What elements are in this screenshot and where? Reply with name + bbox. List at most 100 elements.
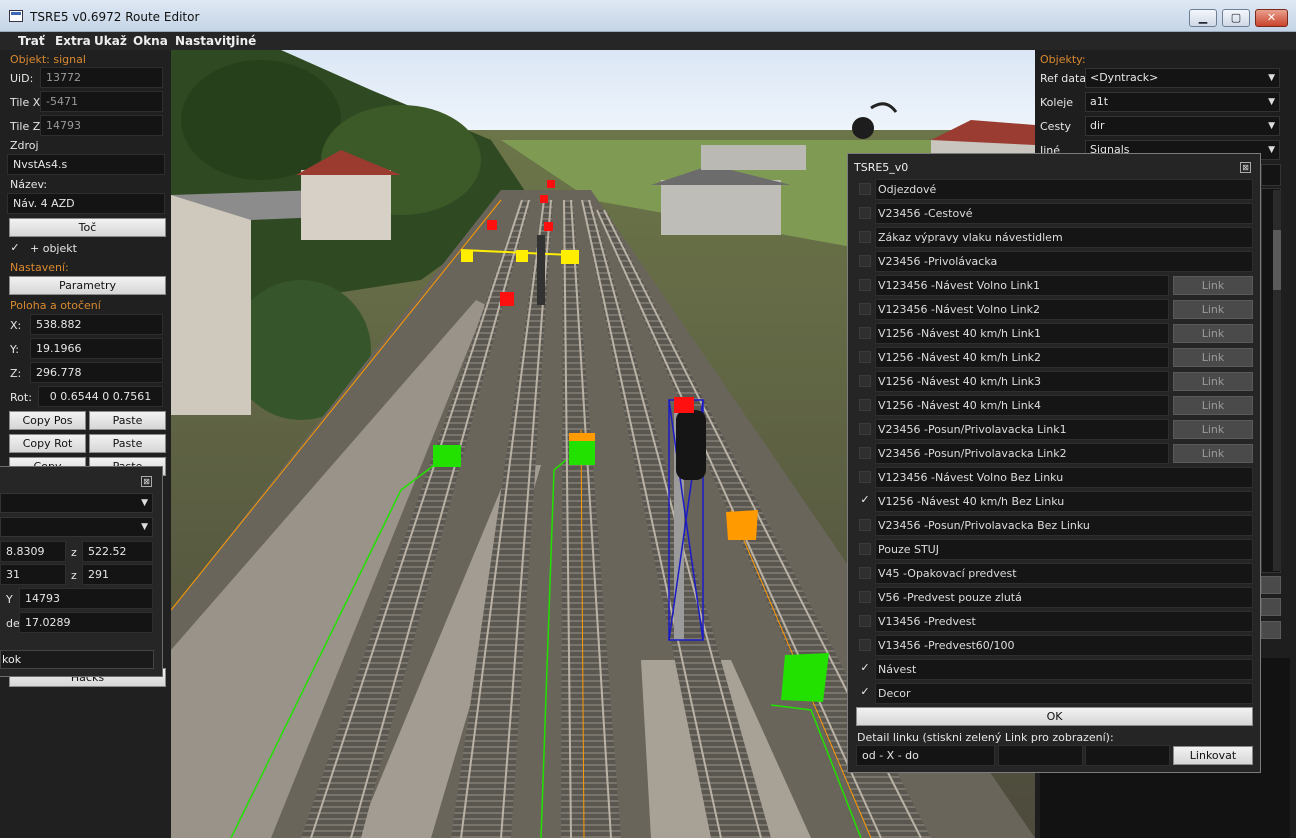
link-button[interactable]: Link: [1173, 276, 1253, 295]
right-button-2[interactable]: [1261, 598, 1281, 616]
signal-checkbox[interactable]: [859, 207, 871, 219]
dialog-select-1[interactable]: [0, 493, 153, 513]
link-detail-label: Detail linku (stiskni zelený Link pro zo…: [857, 731, 1114, 744]
dialog-tz-field[interactable]: 291: [82, 564, 153, 585]
signal-checkbox[interactable]: [859, 255, 871, 267]
signal-row: V123456 -Návest Volno Link2 Link: [856, 299, 1253, 320]
signal-checkbox[interactable]: [859, 543, 871, 555]
tilex-field[interactable]: -5471: [40, 91, 163, 112]
copy-rot-button[interactable]: Copy Rot: [9, 434, 86, 453]
signal-checkbox[interactable]: [859, 519, 871, 531]
signal-checkbox[interactable]: [859, 303, 871, 315]
right-button-1[interactable]: [1261, 576, 1281, 594]
menu-nastavit[interactable]: Nastavit: [175, 34, 232, 48]
menu-extra[interactable]: Extra: [55, 34, 91, 48]
link-button[interactable]: Link: [1173, 300, 1253, 319]
link-to-field[interactable]: [1085, 745, 1170, 766]
signal-row-label: V123456 -Návest Volno Link2: [875, 299, 1169, 320]
maximize-icon[interactable]: ▢: [1222, 9, 1250, 27]
right-button-3[interactable]: [1261, 621, 1281, 639]
object-list-scroll-thumb[interactable]: [1273, 230, 1281, 290]
x-field[interactable]: 538.882: [30, 314, 163, 335]
signal-checkbox[interactable]: [859, 639, 871, 651]
copy-pos-button[interactable]: Copy Pos: [9, 411, 86, 430]
signal-checkbox[interactable]: [859, 423, 871, 435]
signal-checkbox[interactable]: [859, 375, 871, 387]
ref-data-select[interactable]: <Dyntrack>: [1085, 68, 1280, 88]
linkovat-button[interactable]: Linkovat: [1173, 746, 1253, 765]
paste-pos-button[interactable]: Paste: [89, 411, 166, 430]
menu-bar: Trať Extra Ukaž Okna Nastavit Jiné: [0, 32, 1296, 50]
signal-checkbox[interactable]: [859, 567, 871, 579]
signal-row: V23456 -Privolávacka: [856, 251, 1253, 272]
close-icon[interactable]: ⊠: [1240, 162, 1251, 173]
signal-checkbox[interactable]: [859, 231, 871, 243]
link-button[interactable]: Link: [1173, 372, 1253, 391]
tilez-field[interactable]: 14793: [40, 115, 163, 136]
x-label: X:: [10, 319, 22, 332]
signal-row-label: Decor: [875, 683, 1253, 704]
menu-ukaz[interactable]: Ukaž: [94, 34, 127, 48]
signal-checkbox[interactable]: [859, 279, 871, 291]
rotate-button[interactable]: Toč: [9, 218, 166, 237]
signal-row-label: Návest: [875, 659, 1253, 680]
rot-label: Rot:: [10, 391, 32, 404]
signal-checkbox[interactable]: [859, 327, 871, 339]
signal-checkbox[interactable]: [859, 351, 871, 363]
signal-checkbox[interactable]: [859, 591, 871, 603]
signal-row: V1256 -Návest 40 km/h Link1 Link: [856, 323, 1253, 344]
source-label: Zdroj: [10, 139, 39, 152]
link-button[interactable]: Link: [1173, 420, 1253, 439]
z-label: Z:: [10, 367, 22, 380]
signal-checkbox[interactable]: [859, 399, 871, 411]
link-x-field[interactable]: [998, 745, 1083, 766]
menu-trat[interactable]: Trať: [18, 34, 45, 48]
signal-ok-button[interactable]: OK: [856, 707, 1253, 726]
signal-checkbox[interactable]: [859, 615, 871, 627]
signal-row: V23456 -Cestové: [856, 203, 1253, 224]
link-from-field[interactable]: od - X - do: [856, 745, 995, 766]
menu-okna[interactable]: Okna: [133, 34, 168, 48]
link-button[interactable]: Link: [1173, 348, 1253, 367]
link-button[interactable]: Link: [1173, 396, 1253, 415]
dialog-ok-button[interactable]: kok: [0, 650, 154, 669]
signal-checkbox[interactable]: [859, 183, 871, 195]
signal-checkbox[interactable]: [859, 447, 871, 459]
dialog-x-field[interactable]: 8.8309: [0, 541, 66, 562]
y-field[interactable]: 19.1966: [30, 338, 163, 359]
link-button[interactable]: Link: [1173, 444, 1253, 463]
signal-row-label: V23456 -Posun/Privolavacka Bez Linku: [875, 515, 1253, 536]
signal-row-label: V1256 -Návest 40 km/h Link1: [875, 323, 1169, 344]
close-icon[interactable]: ✕: [1255, 9, 1288, 27]
menu-jine[interactable]: Jiné: [231, 34, 256, 48]
source-field[interactable]: NvstAs4.s: [7, 154, 165, 175]
dialog-select-2[interactable]: [0, 517, 153, 537]
plus-object-checkbox[interactable]: ✓: [9, 242, 21, 254]
rot-field[interactable]: 0 0.6544 0 0.7561: [38, 386, 163, 407]
signal-row: V1256 -Návest 40 km/h Link4 Link: [856, 395, 1253, 416]
signal-row: V123456 -Návest Volno Bez Linku: [856, 467, 1253, 488]
dialog-y-field[interactable]: 14793: [19, 588, 153, 609]
paste-rot-button[interactable]: Paste: [89, 434, 166, 453]
roads-select[interactable]: dir: [1085, 116, 1280, 136]
name-field[interactable]: Náv. 4 AZD: [7, 193, 165, 214]
signal-checkbox[interactable]: ✓: [859, 494, 871, 507]
link-button[interactable]: Link: [1173, 324, 1253, 343]
dialog-tx-field[interactable]: 31: [0, 564, 66, 585]
signal-row: ✓ Decor: [856, 683, 1253, 704]
dialog-z-field[interactable]: 522.52: [82, 541, 153, 562]
signal-row-label: V123456 -Návest Volno Link1: [875, 275, 1169, 296]
signal-checkbox[interactable]: ✓: [859, 686, 871, 699]
parameters-button[interactable]: Parametry: [9, 276, 166, 295]
signal-row: Pouze STUJ: [856, 539, 1253, 560]
signal-checkbox[interactable]: [859, 471, 871, 483]
signal-checkbox[interactable]: ✓: [859, 662, 871, 675]
filter-field[interactable]: [1261, 164, 1281, 186]
uid-field[interactable]: 13772: [40, 67, 163, 88]
z-field[interactable]: 296.778: [30, 362, 163, 383]
signal-row-label: V23456 -Privolávacka: [875, 251, 1253, 272]
minimize-icon[interactable]: ▁: [1189, 9, 1217, 27]
dialog-del-field[interactable]: 17.0289: [19, 612, 153, 633]
tracks-select[interactable]: a1t: [1085, 92, 1280, 112]
close-icon[interactable]: ⊠: [141, 476, 152, 487]
